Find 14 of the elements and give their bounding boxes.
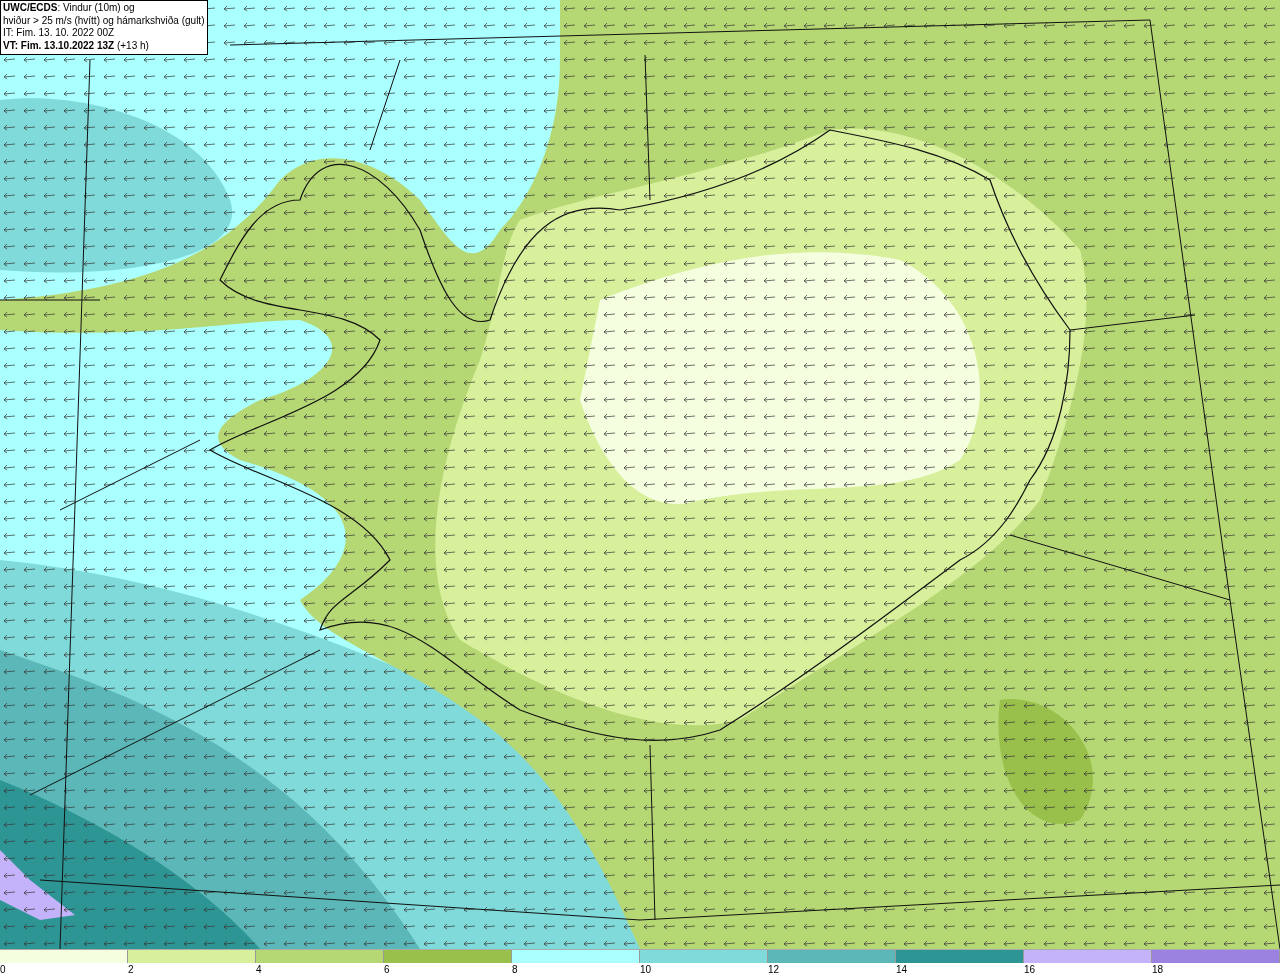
info-text: UWC/ECDS: Vindur (10m) og xyxy=(3,2,136,15)
legend-label: 4 xyxy=(256,963,262,977)
legend-label: 14 xyxy=(896,963,908,977)
legend-label: 6 xyxy=(384,963,390,977)
info-text: hviður > 25 m/s (hvítt) og hámarkshviða (gult) xyxy=(3,14,205,27)
info-text: IT: Fim. 13. 10. 2022 00Z xyxy=(3,27,116,40)
legend-label: 10 xyxy=(640,963,652,977)
legend-label: 18 xyxy=(1152,963,1164,977)
legend-label: 0 xyxy=(0,963,6,977)
legend-label: 12 xyxy=(768,963,780,977)
legend-label: 16 xyxy=(1024,963,1036,977)
legend-label: 2 xyxy=(128,963,134,977)
legend-label: 8 xyxy=(512,963,518,977)
info-text: VT: Fim. 13.10.2022 13Z (+13 h) xyxy=(3,39,150,52)
